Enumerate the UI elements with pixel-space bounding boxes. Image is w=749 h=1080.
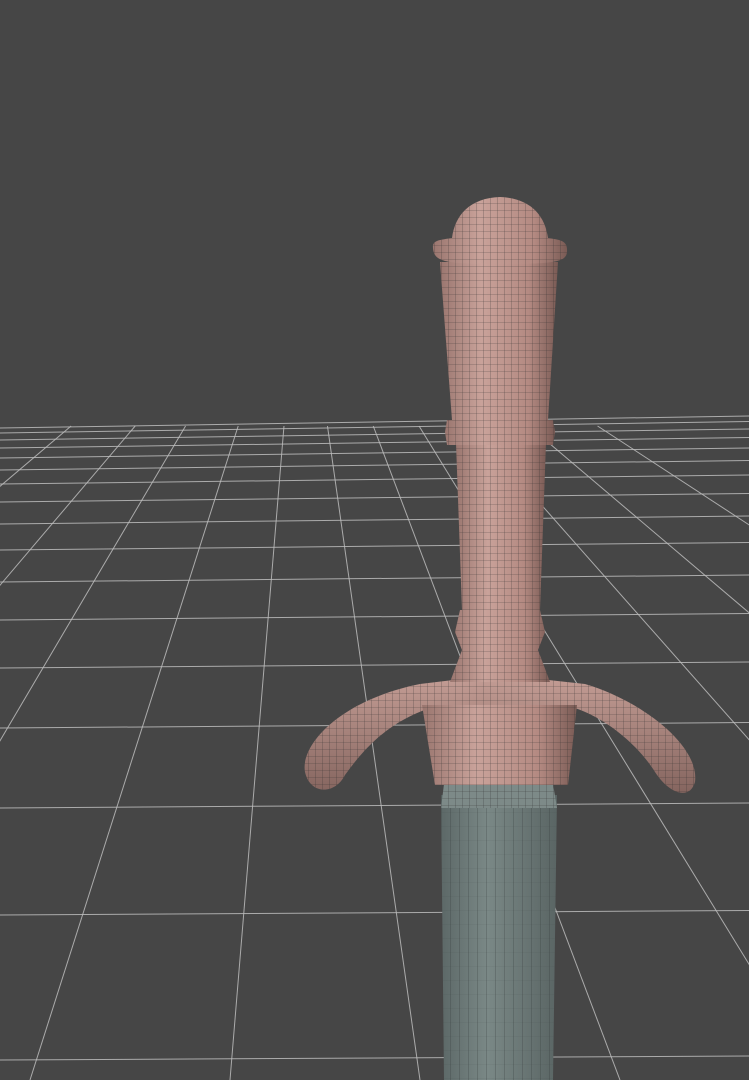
sword-ricasso-wireframe (441, 784, 557, 808)
grid-line-horizontal (0, 910, 749, 916)
grid-line-horizontal (0, 460, 749, 471)
grid-line-horizontal (0, 421, 749, 434)
grid-line-horizontal (0, 661, 749, 669)
sword-blade-wireframe (441, 795, 557, 1080)
grid-line-horizontal (0, 802, 749, 809)
grid-line-horizontal (0, 437, 749, 449)
grid-line-depth (229, 425, 285, 1080)
grid-line-horizontal (0, 574, 749, 583)
sword-pommel-wireframe (432, 197, 568, 264)
viewport-scene[interactable] (0, 0, 749, 1080)
sword-guard-block-wireframe (422, 705, 577, 785)
grid-line-horizontal (0, 474, 749, 485)
sword-grip-lower-wireframe (456, 443, 546, 610)
sword-grip-ring-wireframe (445, 420, 555, 445)
grid-line-horizontal (0, 613, 749, 621)
grid-line-horizontal (0, 415, 749, 429)
grid-line-depth (29, 425, 239, 1080)
grid-line-horizontal (0, 542, 749, 551)
sword-model[interactable] (304, 197, 696, 1080)
grid-line-horizontal (0, 1055, 749, 1061)
grid-line-horizontal (0, 493, 749, 503)
sword-grip-upper-wireframe (440, 262, 558, 420)
3d-viewport[interactable] (0, 0, 749, 1080)
sword-collar-wireframe (450, 610, 550, 682)
